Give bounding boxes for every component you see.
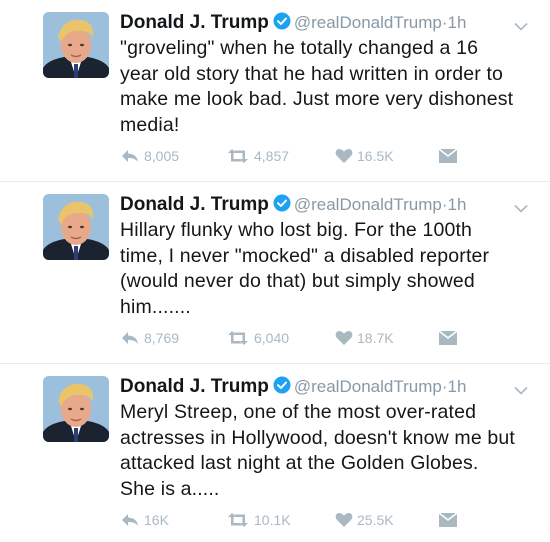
tweet-header: Donald J. Trump @realDonaldTrump·1h (120, 10, 540, 34)
display-name[interactable]: Donald J. Trump (120, 194, 269, 215)
retweet-button[interactable]: 10.1K (226, 510, 291, 530)
tweet-feed: Donald J. Trump @realDonaldTrump·1h "grov… (0, 0, 550, 542)
avatar[interactable] (43, 12, 109, 78)
like-button[interactable]: 25.5K (335, 510, 394, 530)
retweet-icon (226, 330, 254, 346)
heart-icon (335, 512, 357, 528)
retweet-button[interactable]: 6,040 (226, 328, 289, 348)
display-name[interactable]: Donald J. Trump (120, 376, 269, 397)
reply-button[interactable]: 8,769 (120, 328, 179, 348)
verified-badge-icon (273, 376, 291, 400)
handle[interactable]: @realDonaldTrump (294, 377, 442, 396)
tweet-actions: 8,005 4,857 16.5K (120, 146, 460, 166)
tweet[interactable]: Donald J. Trump @realDonaldTrump·1h Hilla… (0, 181, 550, 361)
reply-count: 8,769 (144, 330, 180, 346)
chevron-down-icon[interactable] (514, 382, 528, 400)
reply-icon (120, 148, 144, 164)
retweet-count: 6,040 (254, 330, 290, 346)
verified-badge-icon (273, 12, 291, 36)
envelope-icon (438, 148, 462, 164)
like-count: 18.7K (357, 330, 394, 346)
avatar[interactable] (43, 194, 109, 260)
like-button[interactable]: 18.7K (335, 328, 394, 348)
reply-count: 16K (144, 512, 169, 528)
like-count: 16.5K (357, 148, 394, 164)
tweet-actions: 8,769 6,040 18.7K (120, 328, 460, 348)
reply-button[interactable]: 8,005 (120, 146, 179, 166)
reply-button[interactable]: 16K (120, 510, 169, 530)
chevron-down-icon[interactable] (514, 200, 528, 218)
reply-count: 8,005 (144, 148, 180, 164)
retweet-count: 10.1K (254, 512, 291, 528)
display-name[interactable]: Donald J. Trump (120, 12, 269, 33)
tweet-text: "groveling" when he totally changed a 16… (120, 37, 514, 136)
avatar[interactable] (43, 376, 109, 442)
envelope-icon (438, 512, 462, 528)
retweet-count: 4,857 (254, 148, 290, 164)
heart-icon (335, 148, 357, 164)
handle[interactable]: @realDonaldTrump (294, 13, 442, 32)
direct-message-button[interactable] (438, 146, 462, 166)
tweet-header: Donald J. Trump @realDonaldTrump·1h (120, 192, 540, 216)
timestamp[interactable]: 1h (448, 195, 467, 214)
retweet-icon (226, 512, 254, 528)
reply-icon (120, 512, 144, 528)
chevron-down-icon[interactable] (514, 18, 528, 36)
reply-icon (120, 330, 144, 346)
timestamp[interactable]: 1h (448, 13, 467, 32)
direct-message-button[interactable] (438, 510, 462, 530)
direct-message-button[interactable] (438, 328, 462, 348)
tweet[interactable]: Donald J. Trump @realDonaldTrump·1h Meryl… (0, 363, 550, 542)
retweet-button[interactable]: 4,857 (226, 146, 289, 166)
verified-badge-icon (273, 194, 291, 218)
envelope-icon (438, 330, 462, 346)
tweet-actions: 16K 10.1K 25.5K (120, 510, 460, 530)
tweet-text: Hillary flunky who lost big. For the 100… (120, 219, 490, 318)
like-count: 25.5K (357, 512, 394, 528)
heart-icon (335, 330, 357, 346)
tweet[interactable]: Donald J. Trump @realDonaldTrump·1h "grov… (0, 0, 550, 180)
like-button[interactable]: 16.5K (335, 146, 394, 166)
tweet-header: Donald J. Trump @realDonaldTrump·1h (120, 374, 540, 398)
handle[interactable]: @realDonaldTrump (294, 195, 442, 214)
tweet-text: Meryl Streep, one of the most over-rated… (120, 401, 515, 500)
timestamp[interactable]: 1h (448, 377, 467, 396)
retweet-icon (226, 148, 254, 164)
